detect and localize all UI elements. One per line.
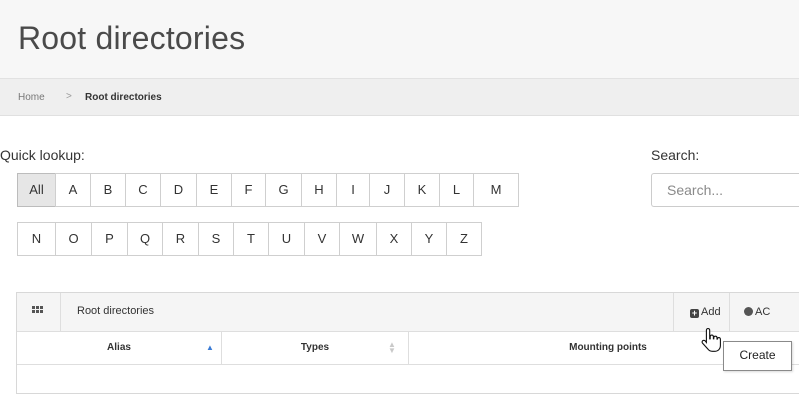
letter-button-c[interactable]: C <box>125 173 161 207</box>
add-button-label: Add <box>701 306 721 318</box>
page-title: Root directories <box>18 20 246 56</box>
letter-button-p[interactable]: P <box>91 222 128 256</box>
letter-button-q[interactable]: Q <box>127 222 163 256</box>
letter-button-r[interactable]: R <box>162 222 199 256</box>
breadcrumb-current: Root directories <box>85 92 162 103</box>
letter-button-all[interactable]: All <box>17 173 56 207</box>
letter-button-k[interactable]: K <box>404 173 440 207</box>
letter-button-y[interactable]: Y <box>411 222 447 256</box>
letter-button-l[interactable]: L <box>439 173 474 207</box>
letter-button-v[interactable]: V <box>304 222 340 256</box>
letter-button-m[interactable]: M <box>473 173 519 207</box>
letter-button-a[interactable]: A <box>55 173 91 207</box>
quick-lookup-label: Quick lookup: <box>0 147 85 163</box>
letter-button-e[interactable]: E <box>196 173 232 207</box>
letter-button-i[interactable]: I <box>336 173 370 207</box>
page-header: Root directories <box>0 0 799 79</box>
add-button[interactable]: + Add <box>673 293 729 331</box>
letter-button-t[interactable]: T <box>233 222 269 256</box>
panel-header: Root directories + Add AC <box>17 293 799 332</box>
letter-button-u[interactable]: U <box>268 222 305 256</box>
letter-button-o[interactable]: O <box>55 222 92 256</box>
create-tooltip: Create <box>723 341 792 371</box>
letter-button-s[interactable]: S <box>198 222 234 256</box>
letter-button-w[interactable]: W <box>339 222 377 256</box>
breadcrumb-separator: > <box>66 91 72 102</box>
letter-button-z[interactable]: Z <box>446 222 482 256</box>
column-header-alias-label: Alias <box>107 342 131 353</box>
panel-title: Root directories <box>77 305 155 317</box>
column-header-types[interactable]: Types <box>222 332 409 364</box>
letter-button-b[interactable]: B <box>90 173 126 207</box>
breadcrumb: Home > Root directories <box>0 79 799 116</box>
letter-button-j[interactable]: J <box>369 173 405 207</box>
plus-square-icon: + <box>690 308 699 318</box>
letter-button-d[interactable]: D <box>160 173 197 207</box>
acl-button-label: AC <box>755 306 771 318</box>
acl-button[interactable]: AC <box>729 293 799 331</box>
table-header: Alias ▲ Types ▲ ▼ Mounting points <box>17 332 799 365</box>
letter-button-x[interactable]: X <box>376 222 412 256</box>
sort-ascending-icon: ▲ <box>206 343 214 352</box>
hand-pointer-icon <box>701 327 721 352</box>
sort-neutral-icon: ▲ ▼ <box>388 340 396 355</box>
root-directories-panel: Root directories + Add AC Alias ▲ Types ▲… <box>16 292 799 394</box>
letter-button-f[interactable]: F <box>231 173 266 207</box>
breadcrumb-home-link[interactable]: Home <box>18 92 45 103</box>
search-input[interactable] <box>651 173 799 207</box>
search-label: Search: <box>651 147 700 163</box>
column-header-alias[interactable]: Alias <box>17 332 222 364</box>
grid-icon[interactable] <box>32 306 44 316</box>
letter-button-g[interactable]: G <box>265 173 302 207</box>
letter-button-h[interactable]: H <box>301 173 337 207</box>
lock-icon <box>744 307 753 316</box>
letter-button-n[interactable]: N <box>17 222 56 256</box>
header-divider <box>60 293 61 331</box>
column-header-types-label: Types <box>300 342 330 353</box>
column-header-mounting-points-label: Mounting points <box>569 342 647 353</box>
